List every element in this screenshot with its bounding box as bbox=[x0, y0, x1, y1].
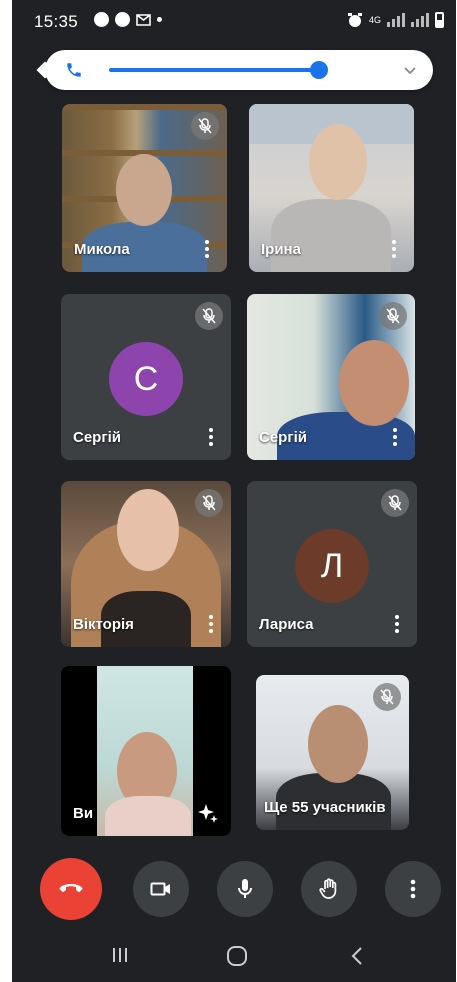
more-vertical-icon bbox=[410, 879, 416, 899]
call-volume-icon bbox=[67, 63, 81, 77]
recent-apps-icon[interactable] bbox=[110, 946, 130, 964]
participant-name: Ірина bbox=[261, 241, 301, 258]
more-options-icon[interactable] bbox=[387, 428, 403, 446]
participant-body bbox=[105, 796, 191, 836]
hand-icon bbox=[319, 878, 337, 899]
participant-face bbox=[117, 489, 179, 571]
telegram-icon bbox=[115, 12, 130, 27]
volume-slider-thumb[interactable] bbox=[310, 61, 328, 79]
more-notifications-icon bbox=[157, 17, 162, 22]
participant-face bbox=[339, 340, 409, 426]
avatar-initial: Л bbox=[320, 546, 344, 585]
system-navigation-bar bbox=[12, 930, 456, 982]
system-icons: 4G bbox=[347, 12, 444, 28]
participant-name: Сергій bbox=[259, 429, 307, 446]
more-options-button[interactable] bbox=[385, 861, 441, 917]
participant-tile[interactable]: Вікторія bbox=[61, 481, 231, 647]
avatar: С bbox=[109, 342, 183, 416]
camera-icon bbox=[150, 882, 170, 896]
battery-icon bbox=[435, 12, 444, 28]
participant-tile-others[interactable]: Ще 55 учасників bbox=[256, 675, 409, 830]
notification-icons bbox=[94, 12, 162, 27]
raise-hand-button[interactable] bbox=[301, 861, 357, 917]
end-call-button[interactable] bbox=[40, 858, 102, 920]
hang-up-icon bbox=[59, 884, 83, 892]
camera-toggle-button[interactable] bbox=[133, 861, 189, 917]
more-participants-label: Ще 55 учасників bbox=[264, 799, 386, 816]
home-icon[interactable] bbox=[226, 946, 248, 966]
microphone-toggle-button[interactable] bbox=[217, 861, 273, 917]
more-options-icon[interactable] bbox=[386, 240, 402, 258]
participant-name: Сергій bbox=[73, 429, 121, 446]
avatar-initial: С bbox=[133, 359, 159, 398]
alarm-icon bbox=[348, 13, 362, 27]
participant-tile[interactable]: Ірина bbox=[249, 104, 414, 272]
volume-slider-track[interactable] bbox=[109, 68, 319, 72]
more-options-icon[interactable] bbox=[203, 428, 219, 446]
network-type: 4G bbox=[369, 14, 382, 25]
mic-off-icon bbox=[381, 489, 409, 517]
more-options-icon[interactable] bbox=[203, 615, 219, 633]
mic-off-icon bbox=[195, 489, 223, 517]
mic-off-icon bbox=[379, 302, 407, 330]
viber-icon bbox=[94, 12, 109, 27]
participant-tile[interactable]: Микола bbox=[62, 104, 227, 272]
mic-off-icon bbox=[373, 683, 401, 711]
effects-sparkle-icon[interactable] bbox=[197, 802, 219, 824]
back-icon[interactable] bbox=[350, 946, 364, 966]
mic-off-icon bbox=[191, 112, 219, 140]
participant-tile[interactable]: Л Лариса bbox=[247, 481, 417, 647]
microphone-icon bbox=[238, 879, 252, 898]
participant-tile[interactable]: С Сергій bbox=[61, 294, 231, 460]
avatar: Л bbox=[295, 529, 369, 603]
signal-icon bbox=[387, 13, 405, 27]
more-options-icon[interactable] bbox=[199, 240, 215, 258]
call-controls bbox=[12, 850, 456, 930]
gmail-icon bbox=[136, 13, 151, 26]
participant-name: Лариса bbox=[259, 616, 314, 633]
self-view-tile[interactable]: Ви bbox=[61, 666, 231, 836]
participant-face bbox=[308, 705, 368, 783]
participant-name: Микола bbox=[74, 241, 130, 258]
status-bar: 15:35 4G bbox=[12, 0, 456, 44]
participant-name: Вікторія bbox=[73, 616, 134, 633]
participant-body bbox=[271, 199, 391, 272]
participant-tile[interactable]: Сергій bbox=[247, 294, 415, 460]
signal-icon-2 bbox=[411, 13, 429, 27]
mic-off-icon bbox=[195, 302, 223, 330]
more-options-icon[interactable] bbox=[389, 615, 405, 633]
chevron-down-icon[interactable] bbox=[403, 63, 417, 77]
participant-face bbox=[116, 154, 172, 226]
status-time: 15:35 bbox=[34, 12, 79, 31]
participant-face bbox=[309, 124, 367, 200]
participant-name: Ви bbox=[73, 805, 94, 822]
volume-panel bbox=[45, 50, 433, 90]
